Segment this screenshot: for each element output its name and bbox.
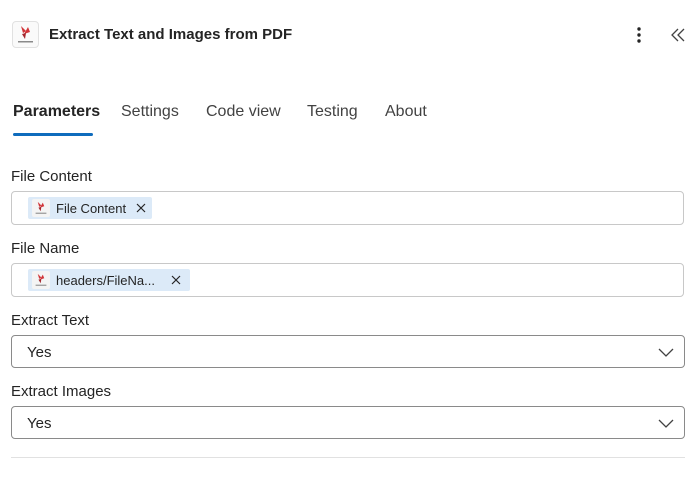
remove-token-button[interactable] — [134, 201, 148, 215]
more-options-button[interactable] — [628, 24, 650, 46]
double-chevron-left-icon — [671, 28, 685, 42]
file-name-label: File Name — [11, 240, 80, 257]
tab-bar: Parameters Settings Code view Testing Ab… — [0, 98, 697, 138]
chevron-down-icon — [658, 419, 674, 428]
panel-header: Extract Text and Images from PDF — [0, 0, 697, 72]
action-panel: Extract Text and Images from PDF Paramet… — [0, 0, 697, 479]
extract-text-label: Extract Text — [11, 312, 90, 329]
active-tab-indicator — [13, 133, 93, 136]
collapse-panel-button[interactable] — [667, 24, 689, 46]
page-title: Extract Text and Images from PDF — [49, 26, 293, 43]
file-name-token[interactable]: headers/FileNa... — [28, 269, 190, 291]
extract-images-select[interactable]: Yes — [11, 406, 685, 439]
tab-testing[interactable]: Testing — [307, 103, 358, 134]
divider — [11, 457, 685, 458]
tab-settings[interactable]: Settings — [121, 103, 179, 134]
file-content-label: File Content — [11, 168, 92, 185]
file-name-input[interactable]: headers/FileNa... — [11, 263, 684, 297]
file-content-input[interactable]: File Content — [11, 191, 684, 225]
tab-about[interactable]: About — [385, 103, 427, 134]
extract-text-value: Yes — [27, 344, 52, 361]
token-label: headers/FileNa... — [56, 272, 155, 288]
tab-parameters[interactable]: Parameters — [13, 103, 100, 134]
pdf4me-logo-icon — [32, 199, 50, 217]
extract-images-value: Yes — [27, 415, 52, 432]
chevron-down-icon — [658, 348, 674, 357]
token-label: File Content — [56, 200, 127, 216]
file-content-token[interactable]: File Content — [28, 197, 153, 219]
pdf4me-logo-icon — [12, 21, 39, 48]
close-icon — [171, 275, 181, 285]
tab-code-view[interactable]: Code view — [206, 103, 281, 134]
pdf4me-logo-icon — [32, 271, 50, 289]
more-vertical-icon — [637, 27, 641, 43]
extract-text-select[interactable]: Yes — [11, 335, 685, 368]
close-icon — [136, 203, 146, 213]
extract-images-label: Extract Images — [11, 383, 112, 400]
remove-token-button[interactable] — [169, 273, 183, 287]
